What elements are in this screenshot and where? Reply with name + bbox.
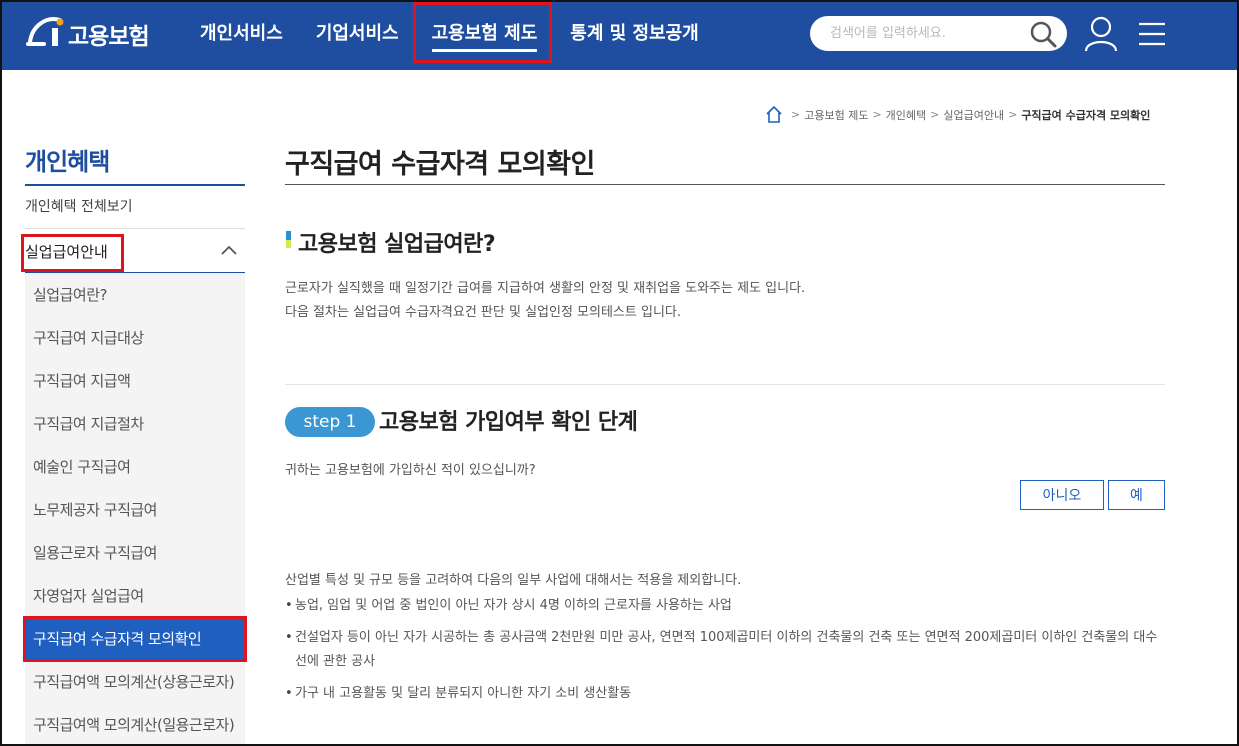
category-highlight-box xyxy=(21,234,124,272)
nav-highlight-box xyxy=(413,2,552,63)
top-header: 고용보험 개인서비스 기업서비스 고용보험 제도 통계 및 정보공개 xyxy=(2,2,1237,70)
breadcrumb-item[interactable]: 개인혜택 xyxy=(886,107,926,123)
ei-logo-icon xyxy=(26,17,64,46)
sidebar-item-amount[interactable]: 구직급여 지급액 xyxy=(25,360,245,403)
no-button[interactable]: 아니오 xyxy=(1020,480,1104,510)
sidebar-all-link[interactable]: 개인혜택 전체보기 xyxy=(25,196,133,216)
breadcrumb-current: 구직급여 수급자격 모의확인 xyxy=(1021,108,1151,122)
sidebar-item-calc-regular[interactable]: 구직급여액 모의계산(상용근로자) xyxy=(25,661,245,704)
chevron-up-icon[interactable] xyxy=(221,244,237,256)
sidebar-item-calc-daily[interactable]: 구직급여액 모의계산(일용근로자) xyxy=(25,704,245,744)
home-icon[interactable] xyxy=(765,106,783,123)
sidebar-item-artist[interactable]: 예술인 구직급여 xyxy=(25,446,245,489)
sidebar-item-unemployment-benefit[interactable]: 실업급여란? xyxy=(25,274,245,317)
hamburger-menu-icon[interactable] xyxy=(1138,21,1166,47)
sidebar-title: 개인혜택 xyxy=(25,148,110,176)
list-item: 가구 내 고용활동 및 달리 분류되지 아니한 자기 소비 생산활동 xyxy=(285,682,1165,706)
nav-business-service[interactable]: 기업서비스 xyxy=(316,2,399,70)
step-question: 귀하는 고용보험에 가입하신 적이 있으십니까? xyxy=(285,463,536,478)
list-item: 건설업자 등이 아닌 자가 시공하는 총 공사금액 2천만원 미만 공사, 연면… xyxy=(285,626,1165,674)
section-description: 근로자가 실직했을 때 일정기간 급여를 지급하여 생활의 안정 및 재취업을 … xyxy=(285,277,805,325)
sidebar-category-toggle[interactable]: 실업급여안내 xyxy=(21,232,245,272)
nav-personal-service[interactable]: 개인서비스 xyxy=(200,2,283,70)
notes-intro: 산업별 특성 및 규모 등을 고려하여 다음의 일부 사업에 대해서는 적용을 … xyxy=(285,573,742,588)
section-marker-icon xyxy=(286,231,291,248)
breadcrumb-separator: > xyxy=(791,108,801,121)
search-icon[interactable] xyxy=(1029,20,1057,48)
section-title: 고용보험 실업급여란? xyxy=(298,232,496,257)
site-logo[interactable]: 고용보험 xyxy=(24,14,150,54)
step-title: 고용보험 가입여부 확인 단계 xyxy=(379,410,638,435)
exclusion-notes: 산업별 특성 및 규모 등을 고려하여 다음의 일부 사업에 대해서는 적용을 … xyxy=(285,570,1165,714)
nav-statistics[interactable]: 통계 및 정보공개 xyxy=(570,2,698,70)
breadcrumb-separator: > xyxy=(930,108,940,121)
description-line: 다음 절차는 실업급여 수급자격요건 판단 및 실업인정 모의테스트 입니다. xyxy=(285,305,681,320)
page-title: 구직급여 수급자격 모의확인 xyxy=(285,149,595,180)
list-item: 농업, 임업 및 어업 중 법인이 아닌 자가 상시 4명 이하의 근로자를 사… xyxy=(285,594,1165,618)
sidebar-item-daily-worker[interactable]: 일용근로자 구직급여 xyxy=(25,532,245,575)
sidebar-item-procedure[interactable]: 구직급여 지급절차 xyxy=(25,403,245,446)
sidebar-submenu: 실업급여란? 구직급여 지급대상 구직급여 지급액 구직급여 지급절차 예술인 … xyxy=(25,273,245,744)
page-frame: 고용보험 개인서비스 기업서비스 고용보험 제도 통계 및 정보공개 검색어를 … xyxy=(0,0,1239,746)
sidebar-item-labor-provider[interactable]: 노무제공자 구직급여 xyxy=(25,489,245,532)
search-box xyxy=(810,16,1067,51)
user-icon[interactable] xyxy=(1083,15,1119,53)
breadcrumb: > 고용보험 제도 > 개인혜택 > 실업급여안내 > 구직급여 수급자격 모의… xyxy=(765,106,1150,123)
sidebar-title-divider xyxy=(25,184,245,186)
logo-text: 고용보험 xyxy=(68,24,150,50)
yes-button[interactable]: 예 xyxy=(1108,480,1165,510)
search-input[interactable] xyxy=(830,16,1020,51)
active-item-highlight-box xyxy=(23,616,247,662)
breadcrumb-separator: > xyxy=(872,108,882,121)
step-badge: step 1 xyxy=(285,407,375,437)
breadcrumb-separator: > xyxy=(1008,108,1018,121)
breadcrumb-item[interactable]: 고용보험 제도 xyxy=(804,107,868,123)
breadcrumb-item[interactable]: 실업급여안내 xyxy=(943,107,1004,123)
section-divider xyxy=(285,384,1165,385)
sidebar-item-self-employed[interactable]: 자영업자 실업급여 xyxy=(25,575,245,618)
divider xyxy=(25,228,245,229)
sidebar-item-eligibility[interactable]: 구직급여 지급대상 xyxy=(25,317,245,360)
title-divider xyxy=(285,184,1165,185)
description-line: 근로자가 실직했을 때 일정기간 급여를 지급하여 생활의 안정 및 재취업을 … xyxy=(285,281,806,296)
notes-list: 농업, 임업 및 어업 중 법인이 아닌 자가 상시 4명 이하의 근로자를 사… xyxy=(285,594,1165,706)
